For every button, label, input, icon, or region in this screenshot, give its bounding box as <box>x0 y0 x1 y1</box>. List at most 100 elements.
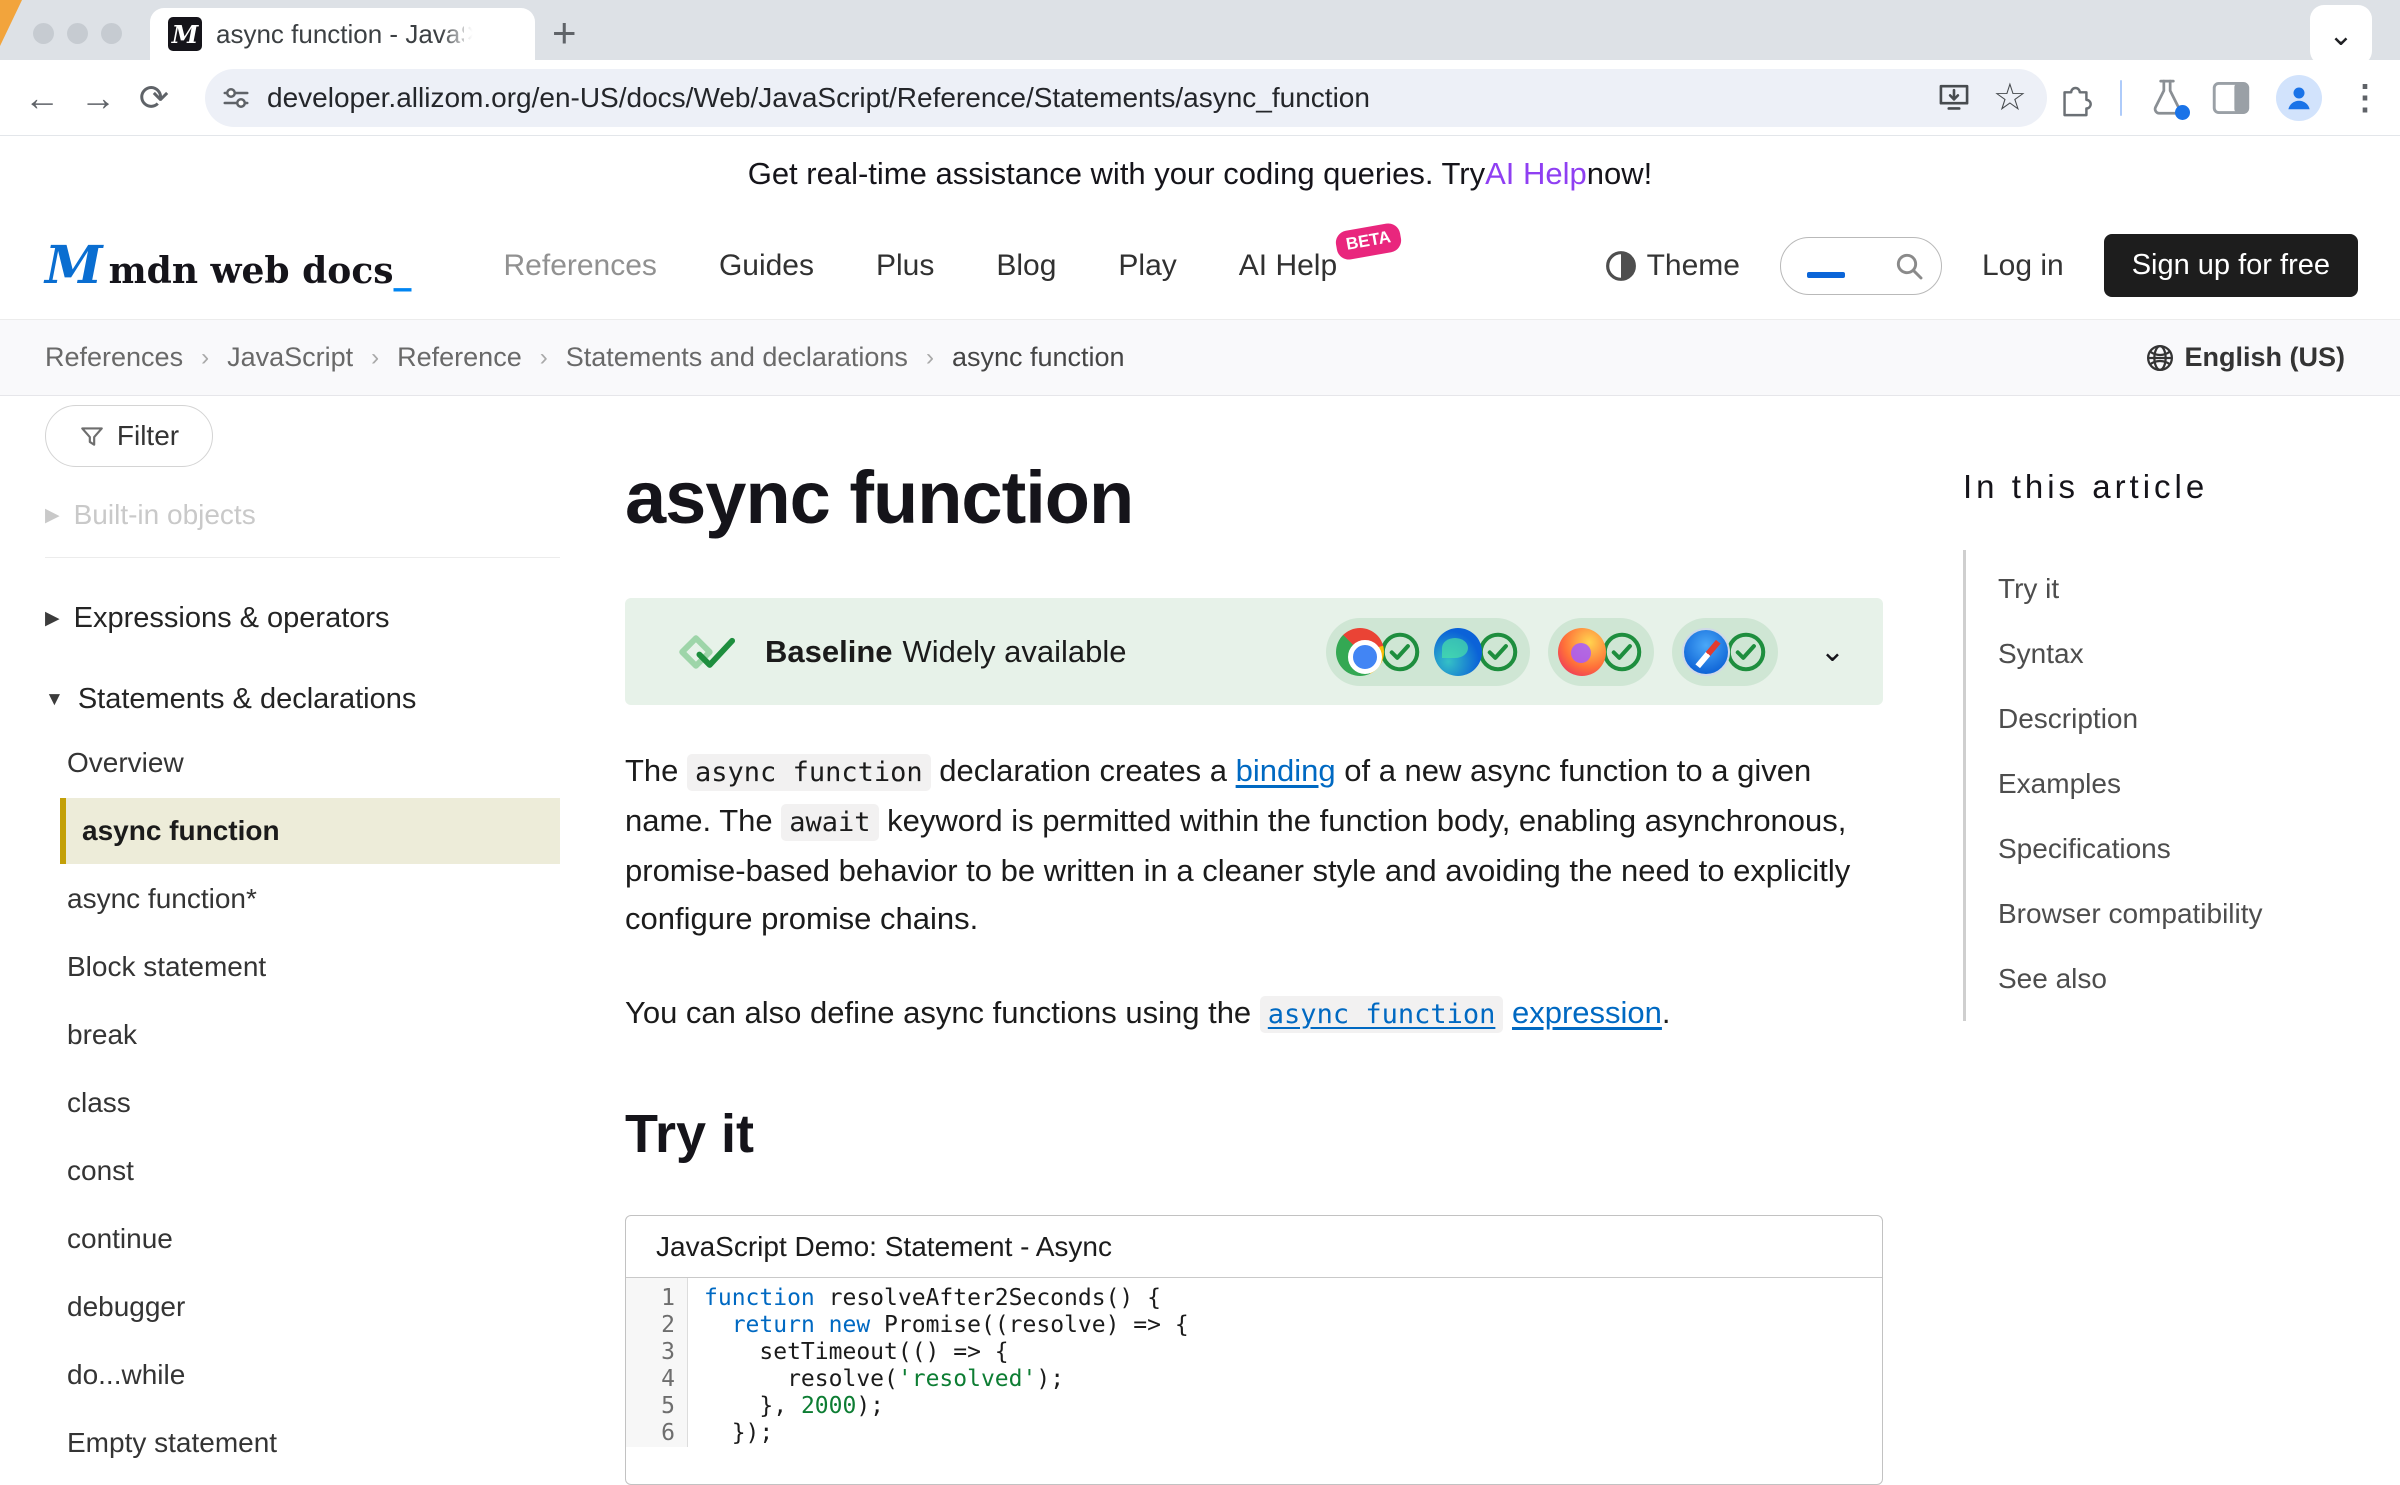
window-minimize-button[interactable] <box>67 23 88 44</box>
keyword-token: new <box>829 1312 871 1338</box>
baseline-banner[interactable]: BaselineWidely available <box>625 598 1883 705</box>
theme-label: Theme <box>1647 249 1740 283</box>
sidebar-item-overview[interactable]: Overview <box>45 730 560 796</box>
sidebar-item-async-function-[interactable]: async function* <box>45 866 560 932</box>
code-line[interactable]: }, 2000); <box>704 1393 1189 1420</box>
plain-token <box>704 1312 732 1338</box>
check-circle-icon <box>1600 630 1644 674</box>
extensions-puzzle-icon[interactable] <box>2056 79 2094 117</box>
toc-item-try-it[interactable]: Try it <box>1998 556 2353 621</box>
reload-button[interactable]: ⟳ <box>126 77 182 119</box>
ai-help-link[interactable]: AI Help <box>1485 156 1587 192</box>
inline-code: async function <box>687 754 931 791</box>
code-line[interactable]: function resolveAfter2Seconds() { <box>704 1285 1189 1312</box>
sidebar-item-empty-statement[interactable]: Empty statement <box>45 1410 560 1476</box>
language-button[interactable]: English (US) <box>2145 342 2346 373</box>
signup-button[interactable]: Sign up for free <box>2104 234 2358 297</box>
sidebar-item-debugger[interactable]: debugger <box>45 1274 560 1340</box>
baseline-expand-chevron-icon[interactable]: ⌄ <box>1820 634 1845 669</box>
sidebar-item-async-function[interactable]: async function <box>60 798 560 864</box>
login-link[interactable]: Log in <box>1982 249 2064 283</box>
baseline-icon <box>677 632 739 672</box>
sidebar-item-class[interactable]: class <box>45 1070 560 1136</box>
sidebar-item-continue[interactable]: continue <box>45 1206 560 1272</box>
nav-item-references[interactable]: References <box>504 249 657 283</box>
code-line[interactable]: resolve('resolved'); <box>704 1366 1189 1393</box>
toc-item-specifications[interactable]: Specifications <box>1998 816 2353 881</box>
browser-menu-icon[interactable]: ⋮ <box>2348 78 2382 118</box>
line-number-gutter: 123456 <box>626 1278 688 1447</box>
install-app-icon[interactable] <box>1937 82 1971 114</box>
toc-item-examples[interactable]: Examples <box>1998 751 2353 816</box>
text-run <box>1503 995 1512 1030</box>
demo-title: JavaScript Demo: Statement - Async <box>626 1216 1882 1278</box>
toc-item-browser-compatibility[interactable]: Browser compatibility <box>1998 881 2353 946</box>
window-zoom-button[interactable] <box>101 23 122 44</box>
nav-item-plus[interactable]: Plus <box>876 249 934 283</box>
nav-item-blog[interactable]: Blog <box>996 249 1056 283</box>
window-close-button[interactable] <box>33 23 54 44</box>
baseline-status: Widely available <box>903 634 1127 669</box>
sidebar-item-const[interactable]: const <box>45 1138 560 1204</box>
tab-search-button[interactable]: ⌄ <box>2310 5 2372 65</box>
search-icon[interactable] <box>1893 250 1925 282</box>
address-bar[interactable]: developer.allizom.org/en-US/docs/Web/Jav… <box>205 69 2047 127</box>
sidebar-item-block-statement[interactable]: Block statement <box>45 934 560 1000</box>
tab-title-fade <box>441 18 483 58</box>
breadcrumb: References›JavaScript›Reference›Statemen… <box>45 342 1125 373</box>
breadcrumb-item[interactable]: References <box>45 342 183 373</box>
breadcrumb-item[interactable]: async function <box>952 342 1125 373</box>
safari-support-pill <box>1672 618 1778 686</box>
back-button[interactable]: ← <box>14 77 70 119</box>
sidebar-filter-button[interactable]: Filter <box>45 405 213 467</box>
code-line[interactable]: setTimeout(() => { <box>704 1339 1189 1366</box>
url-text[interactable]: developer.allizom.org/en-US/docs/Web/Jav… <box>267 82 1915 114</box>
nav-item-ai-help[interactable]: AI HelpBETA <box>1239 249 1337 283</box>
keyword-token: return <box>732 1312 815 1338</box>
plain-token: ); <box>1036 1366 1064 1392</box>
toc-item-syntax[interactable]: Syntax <box>1998 621 2353 686</box>
sidebar-item-do-while[interactable]: do...while <box>45 1342 560 1408</box>
breadcrumb-item[interactable]: JavaScript <box>227 342 353 373</box>
bookmark-star-icon[interactable]: ☆ <box>1993 79 2027 117</box>
profile-avatar[interactable] <box>2276 75 2322 121</box>
code-editor[interactable]: 123456 function resolveAfter2Seconds() {… <box>626 1278 1882 1447</box>
line-number: 3 <box>626 1339 687 1366</box>
sidebar-item-built-in-objects[interactable]: ▶ Built-in objects <box>45 499 560 531</box>
new-tab-button[interactable]: + <box>552 12 577 54</box>
line-number: 2 <box>626 1312 687 1339</box>
theme-button[interactable]: Theme <box>1605 249 1740 283</box>
baseline-browser-support: ⌄ <box>1326 618 1845 686</box>
filter-funnel-icon <box>79 423 105 449</box>
toc-item-see-also[interactable]: See also <box>1998 946 2353 1011</box>
toc-item-description[interactable]: Description <box>1998 686 2353 751</box>
nav-item-play[interactable]: Play <box>1118 249 1176 283</box>
breadcrumb-bar: References›JavaScript›Reference›Statemen… <box>0 320 2400 396</box>
sidebar-item-break[interactable]: break <box>45 1002 560 1068</box>
sidebar-section-statements[interactable]: ▼ Statements & declarations <box>45 683 560 716</box>
sidebar-section-expressions[interactable]: ▶ Expressions & operators <box>45 602 560 635</box>
browser-toolbar: ← → ⟳ developer.allizom.org/en-US/docs/W… <box>0 60 2400 136</box>
code-line[interactable]: return new Promise((resolve) => { <box>704 1312 1189 1339</box>
browser-tab[interactable]: M async function - JavaScript | × <box>150 8 535 60</box>
nav-item-guides[interactable]: Guides <box>719 249 814 283</box>
search-input[interactable] <box>1780 237 1942 295</box>
chrome-labs-flask-icon[interactable] <box>2148 78 2186 118</box>
inline-link[interactable]: binding <box>1236 753 1336 788</box>
side-panel-icon[interactable] <box>2212 81 2250 115</box>
inline-code-link[interactable]: async function <box>1260 996 1504 1033</box>
breadcrumb-item[interactable]: Reference <box>397 342 522 373</box>
promo-text-before: Get real-time assistance with your codin… <box>748 156 1485 192</box>
mdn-logo[interactable]: M mdn web docs_ <box>45 240 412 292</box>
mdn-logo-text: mdn web docs_ <box>109 250 412 292</box>
firefox-support-pill <box>1548 618 1654 686</box>
breadcrumb-item[interactable]: Statements and declarations <box>566 342 908 373</box>
inline-link[interactable]: expression <box>1512 995 1662 1030</box>
code-line[interactable]: }); <box>704 1420 1189 1447</box>
plain-token: Promise((resolve) => { <box>870 1312 1189 1338</box>
site-settings-icon[interactable] <box>221 83 251 113</box>
desktop-corner <box>0 0 22 46</box>
code-content[interactable]: function resolveAfter2Seconds() { return… <box>688 1278 1189 1447</box>
expression-paragraph: You can also define async functions usin… <box>625 989 1883 1039</box>
forward-button[interactable]: → <box>70 77 126 119</box>
